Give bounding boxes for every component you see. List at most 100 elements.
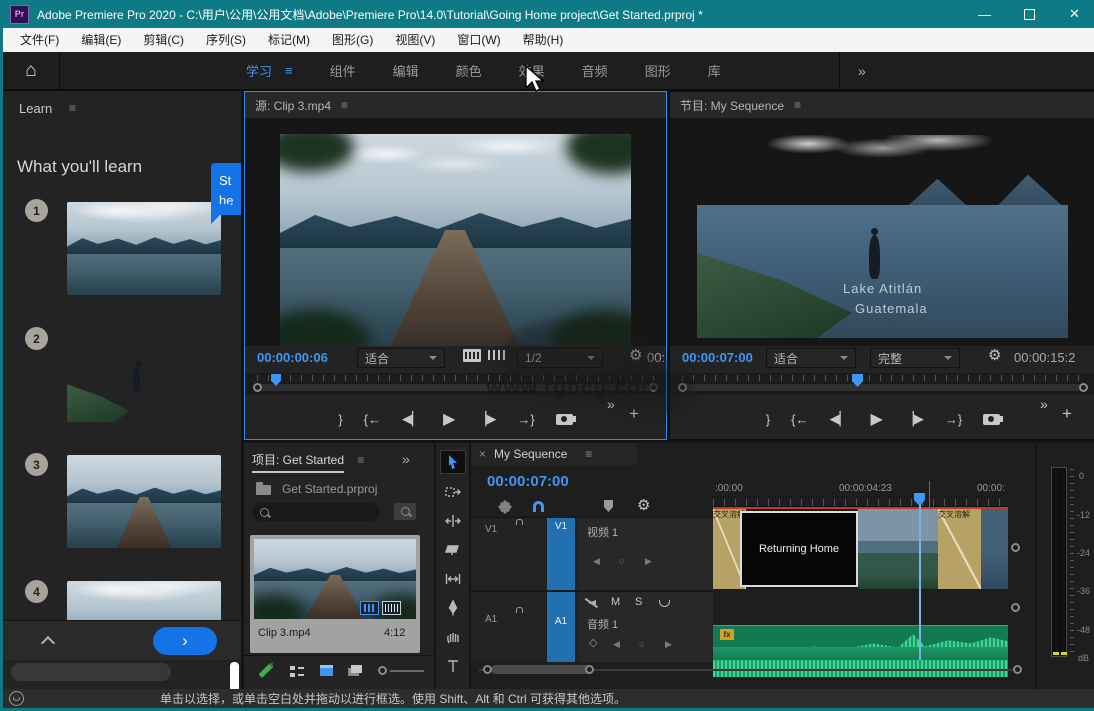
thumbnail-zoom-slider-handle[interactable] xyxy=(378,666,387,675)
audio-prev-keyframe-icon[interactable]: ◀ xyxy=(613,639,620,650)
mute-track-button[interactable]: M xyxy=(611,596,620,608)
program-goto-in-icon[interactable]: {← xyxy=(791,412,808,427)
project-search-input[interactable] xyxy=(252,503,380,521)
title-clip-returning-home[interactable]: Returning Home xyxy=(740,511,858,587)
program-export-frame-icon[interactable] xyxy=(983,413,1004,425)
learn-vertical-scrollbar[interactable] xyxy=(230,662,239,689)
menu-file[interactable]: 文件(F) xyxy=(9,28,70,52)
menu-clip[interactable]: 剪辑(C) xyxy=(132,28,195,52)
add-marker-icon[interactable] xyxy=(604,500,613,512)
video-clip-2[interactable] xyxy=(858,509,938,589)
source-play-button[interactable]: ▶ xyxy=(443,409,455,429)
workspace-tab-assembly[interactable]: 组件 xyxy=(330,61,356,80)
source-fit-dropdown[interactable]: 适合 xyxy=(357,348,445,368)
drag-video-icon[interactable] xyxy=(463,349,481,362)
timeline-playhead-line[interactable] xyxy=(919,493,921,660)
menu-help[interactable]: 帮助(H) xyxy=(512,28,575,52)
timeline-hscroll-mid-knob[interactable] xyxy=(585,665,594,674)
creative-cloud-icon[interactable] xyxy=(9,691,24,706)
menu-graphics[interactable]: 图形(G) xyxy=(321,28,384,52)
program-step-forward-icon[interactable]: ▕▶ xyxy=(904,411,924,427)
timeline-hscroll-thumb[interactable] xyxy=(491,665,591,674)
ripple-edit-tool[interactable] xyxy=(441,510,465,532)
program-scrubber[interactable] xyxy=(670,373,1094,395)
audio-keyframe-dot-icon[interactable]: ○ xyxy=(639,639,644,649)
nest-sequence-icon[interactable] xyxy=(496,498,514,516)
workspace-overflow-icon[interactable]: » xyxy=(839,52,866,89)
timeline-settings-wrench-icon[interactable]: ⚙ xyxy=(637,496,650,514)
keyframe-diamond-icon[interactable]: ◇ xyxy=(589,636,597,649)
timeline-timecode[interactable]: 00:00:07:00 xyxy=(487,473,569,490)
workspace-tab-editing[interactable]: 编辑 xyxy=(393,61,419,80)
track-select-forward-tool[interactable] xyxy=(441,481,465,503)
source-step-forward-icon[interactable]: ▕▶ xyxy=(476,411,496,427)
slip-tool[interactable] xyxy=(441,568,465,590)
source-timecode[interactable]: 00:00:00:06 xyxy=(257,350,328,365)
video-track-target-v1[interactable]: V1 xyxy=(547,518,575,590)
learn-horizontal-scrollbar[interactable] xyxy=(11,663,171,681)
icon-view-icon[interactable] xyxy=(320,665,333,676)
home-button[interactable]: ⌂ xyxy=(3,52,60,89)
program-mark-out-icon[interactable]: } xyxy=(766,412,770,427)
track-scroll-knob-bottom[interactable] xyxy=(1011,603,1020,612)
timeline-hscroll-left-knob[interactable] xyxy=(483,665,492,674)
learn-panel-menu-icon[interactable]: ≡ xyxy=(69,101,76,115)
audio-track-source-id[interactable]: A1 xyxy=(485,614,497,625)
audio-clip-lower-strip[interactable] xyxy=(713,647,1008,660)
source-step-back-icon[interactable]: ◀▏ xyxy=(402,411,422,427)
video-keyframe-dot-icon[interactable]: ○ xyxy=(619,556,624,566)
workspace-tab-color[interactable]: 颜色 xyxy=(456,61,482,80)
video-track-source-id[interactable]: V1 xyxy=(485,524,497,535)
workspace-tab-libraries[interactable]: 库 xyxy=(708,61,721,80)
close-button[interactable]: ✕ xyxy=(1052,0,1094,28)
program-goto-out-icon[interactable]: →} xyxy=(945,412,962,427)
workspace-tab-effects[interactable]: 效果 xyxy=(519,61,545,80)
video-prev-keyframe-icon[interactable]: ◀ xyxy=(593,556,600,567)
collapse-up-icon[interactable] xyxy=(40,635,56,651)
audio-track-target-a1[interactable]: A1 xyxy=(547,592,575,662)
source-panel-menu-icon[interactable]: ≡ xyxy=(341,98,348,112)
program-add-button-icon[interactable]: + xyxy=(1062,404,1072,424)
project-file-name[interactable]: Get Started.prproj xyxy=(282,482,377,496)
program-more-buttons-icon[interactable]: » xyxy=(1040,396,1048,412)
snap-magnet-icon[interactable] xyxy=(533,501,544,512)
source-export-frame-icon[interactable] xyxy=(555,413,576,425)
learn-step-1-thumbnail[interactable] xyxy=(67,202,221,295)
freeform-view-icon[interactable] xyxy=(348,665,362,676)
project-overflow-icon[interactable]: » xyxy=(402,451,410,467)
timeline-ruler[interactable]: :00:00 00:00:04:23 00:00: xyxy=(713,481,1008,507)
next-step-button[interactable]: › xyxy=(153,627,217,655)
timeline-hscroll-right-knob[interactable] xyxy=(1013,665,1022,674)
workspace-tab-audio[interactable]: 音频 xyxy=(582,61,608,80)
source-mark-out-icon[interactable]: } xyxy=(338,412,342,427)
minimize-button[interactable]: — xyxy=(962,0,1007,28)
maximize-button[interactable] xyxy=(1007,0,1052,28)
solo-track-button[interactable]: S xyxy=(635,596,642,608)
clip-video-badge-icon[interactable] xyxy=(360,601,379,615)
video-next-keyframe-icon[interactable]: ▶ xyxy=(645,556,652,567)
learn-step-3-thumbnail[interactable] xyxy=(67,455,221,548)
selection-tool[interactable] xyxy=(439,450,466,474)
writable-pencil-icon[interactable] xyxy=(258,663,274,678)
learn-step-4-thumbnail[interactable] xyxy=(67,581,221,621)
menu-edit[interactable]: 编辑(E) xyxy=(70,28,132,52)
razor-tool[interactable] xyxy=(441,539,465,561)
sequence-tab-close-icon[interactable]: × xyxy=(479,447,486,461)
project-tab[interactable]: 项目: Get Started ≡ xyxy=(252,451,364,473)
source-goto-in-icon[interactable]: {← xyxy=(364,412,381,427)
program-step-back-icon[interactable]: ◀▏ xyxy=(830,411,850,427)
menu-view[interactable]: 视图(V) xyxy=(384,28,446,52)
sequence-tab[interactable]: × My Sequence ≡ xyxy=(471,443,637,465)
learn-step-2-thumbnail[interactable] xyxy=(67,329,221,422)
menu-sequence[interactable]: 序列(S) xyxy=(195,28,257,52)
workspace-tab-menu-icon[interactable]: ≡ xyxy=(285,63,293,78)
menu-marker[interactable]: 标记(M) xyxy=(257,28,321,52)
program-timecode[interactable]: 00:00:07:00 xyxy=(682,350,753,365)
source-scrub-left-handle[interactable] xyxy=(253,383,262,392)
audio-next-keyframe-icon[interactable]: ▶ xyxy=(665,639,672,650)
video-clip-3[interactable] xyxy=(981,509,1008,589)
list-view-icon[interactable] xyxy=(290,666,304,677)
program-settings-wrench-icon[interactable]: ⚙ xyxy=(988,346,1001,364)
program-panel-menu-icon[interactable]: ≡ xyxy=(794,98,801,112)
project-panel-menu-icon[interactable]: ≡ xyxy=(357,453,364,467)
